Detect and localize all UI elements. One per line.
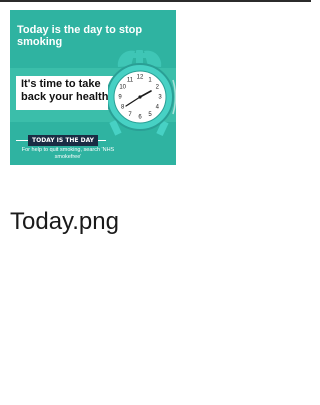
alarm-clock-icon: 12 1234567891011 <box>108 50 176 137</box>
today-is-the-day-badge: TODAY IS THE DAY <box>28 135 99 146</box>
thumbnail-footer: For help to quit smoking, search 'NHS sm… <box>21 147 115 160</box>
message-banner: It's time to take back your health! <box>16 76 114 110</box>
clock-number: 11 <box>127 77 134 83</box>
file-name-label[interactable]: Today.png <box>10 208 119 236</box>
thumbnail-message: It's time to take back your health! <box>21 78 113 103</box>
clock-number: 10 <box>119 85 126 91</box>
badge-row: TODAY IS THE DAY <box>16 135 106 146</box>
clock-number: 12 <box>137 75 144 81</box>
top-divider <box>0 0 311 2</box>
image-thumbnail[interactable]: Today is the day to stop smoking It's ti… <box>10 10 176 165</box>
